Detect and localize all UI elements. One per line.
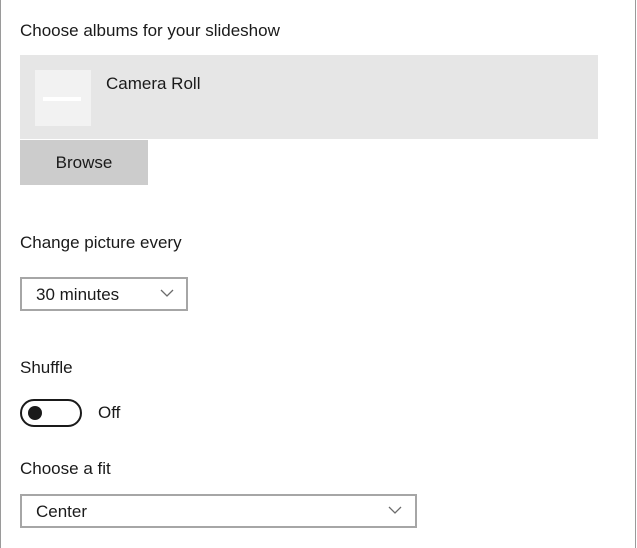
fit-selected-value: Center [36, 502, 88, 521]
shuffle-label: Shuffle [20, 358, 73, 377]
choose-fit-label: Choose a fit [20, 459, 111, 478]
fit-dropdown[interactable]: Center [20, 494, 417, 528]
album-tile-camera-roll[interactable]: Camera Roll [20, 55, 598, 139]
toggle-knob [28, 406, 42, 420]
change-picture-label: Change picture every [20, 233, 182, 252]
albums-heading: Choose albums for your slideshow [20, 21, 280, 40]
settings-panel: Choose albums for your slideshow Camera … [0, 0, 636, 548]
shuffle-state-text: Off [98, 403, 121, 422]
thumbnail-bar [43, 97, 81, 101]
interval-selected-value: 30 minutes [36, 285, 120, 304]
album-name: Camera Roll [106, 74, 201, 93]
chevron-down-icon [160, 289, 174, 297]
chevron-down-icon [388, 506, 402, 514]
interval-dropdown[interactable]: 30 minutes [20, 277, 188, 311]
browse-button[interactable]: Browse [20, 140, 148, 185]
photo-placeholder-icon [35, 70, 91, 126]
shuffle-toggle[interactable] [20, 399, 82, 427]
